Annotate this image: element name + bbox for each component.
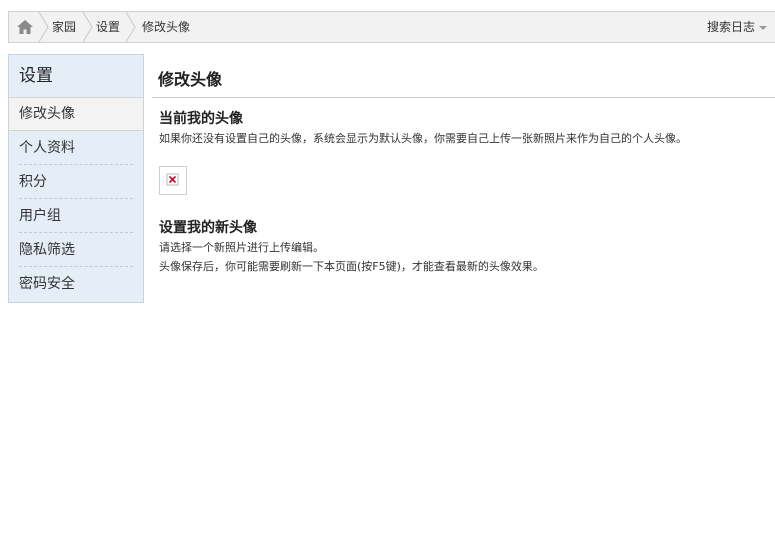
breadcrumb-separator (38, 12, 49, 42)
new-avatar-heading: 设置我的新头像 (159, 220, 257, 236)
sidebar-item-label: 密码安全 (19, 276, 75, 292)
page-title: 修改头像 (158, 70, 223, 89)
breadcrumb-current: 修改头像 (142, 20, 191, 34)
sidebar-item-label: 用户组 (19, 208, 61, 224)
sidebar-item-label: 积分 (19, 174, 47, 190)
sidebar-item-privacy[interactable]: 隐私筛选 (9, 233, 143, 267)
sidebar-item-profile[interactable]: 个人资料 (9, 131, 143, 165)
new-avatar-refresh-note: 头像保存后，你可能需要刷新一下本页面(按F5键)，才能查看最新的头像效果。 (159, 260, 544, 273)
sidebar-item-avatar[interactable]: 修改头像 (9, 97, 143, 131)
settings-sidebar: 设置 修改头像 个人资料 积分 用户组 隐私筛选 密码安全 (8, 54, 144, 303)
breadcrumb-separator (125, 12, 136, 42)
current-avatar-image (159, 166, 187, 195)
sidebar-item-label: 修改头像 (19, 106, 75, 122)
breadcrumb-home[interactable]: 家园 (52, 12, 76, 42)
current-avatar-heading: 当前我的头像 (159, 111, 243, 127)
search-log-menu[interactable]: 搜索日志 (707, 12, 767, 42)
broken-image-icon (166, 173, 179, 186)
sidebar-title: 设置 (19, 66, 53, 86)
sidebar-item-label: 个人资料 (19, 140, 75, 156)
sidebar-item-usergroup[interactable]: 用户组 (9, 199, 143, 233)
breadcrumb-separator (82, 12, 93, 42)
breadcrumb: 家园 设置 修改头像 搜索日志 (8, 11, 775, 43)
sidebar-item-label: 隐私筛选 (19, 242, 75, 258)
sidebar-item-password[interactable]: 密码安全 (9, 267, 143, 301)
title-divider (152, 97, 775, 98)
caret-down-icon (759, 25, 767, 30)
home-icon[interactable] (15, 17, 35, 37)
current-avatar-description: 如果你还没有设置自己的头像，系统会显示为默认头像，你需要自己上传一张新照片来作为… (159, 132, 687, 145)
breadcrumb-settings[interactable]: 设置 (96, 12, 120, 42)
new-avatar-instruction: 请选择一个新照片进行上传编辑。 (159, 241, 324, 254)
search-log-label: 搜索日志 (706, 20, 755, 34)
sidebar-item-credits[interactable]: 积分 (9, 165, 143, 199)
